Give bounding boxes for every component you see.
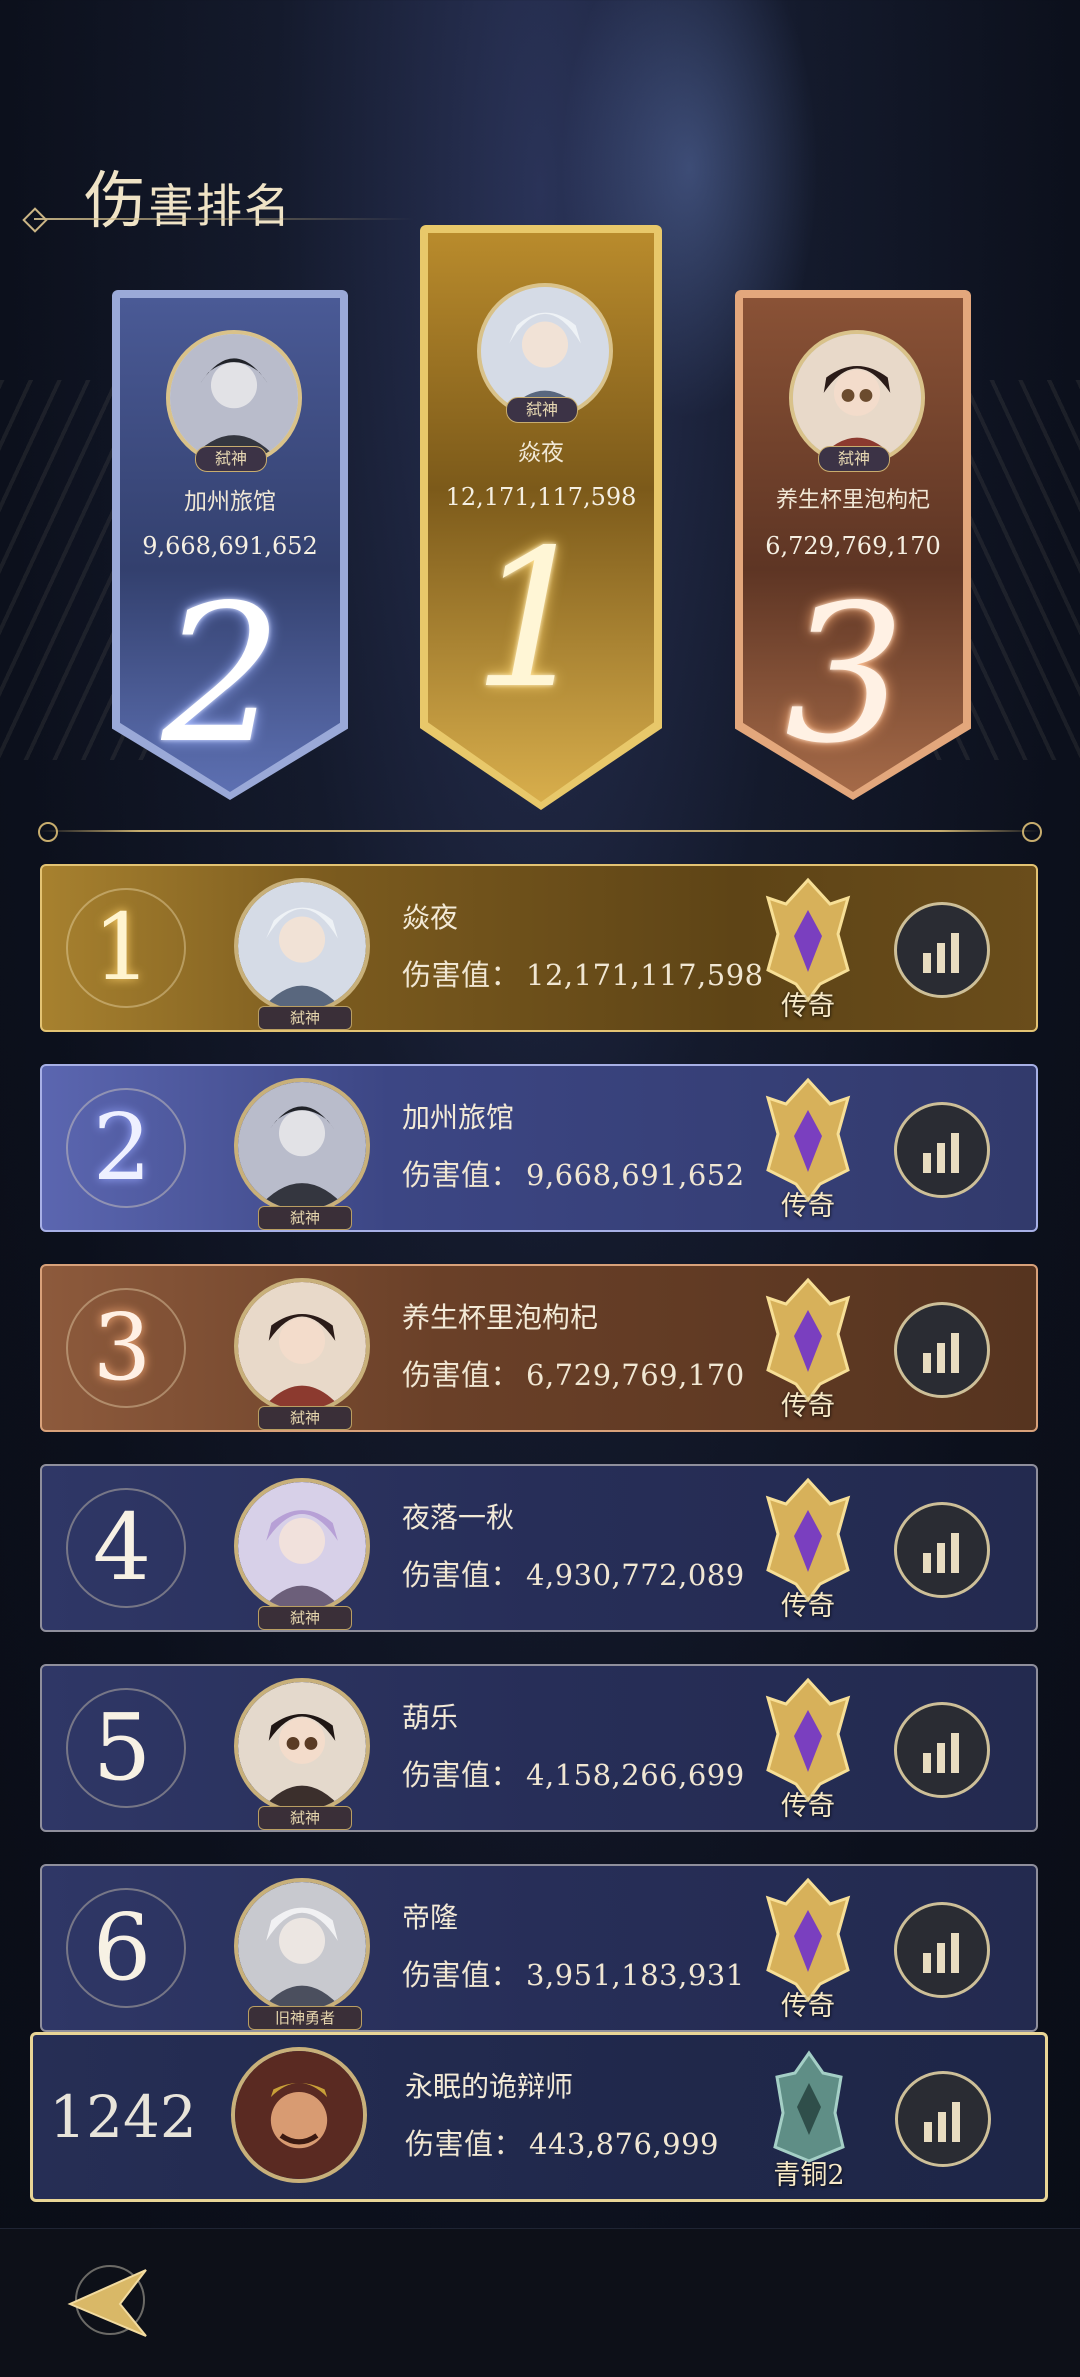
podium-score-3: 6,729,769,170 <box>765 532 941 560</box>
podium-name-3: 养生杯里泡枸杞 <box>775 488 930 513</box>
title-tag: 弑神 <box>258 1006 352 1030</box>
my-ranking-row[interactable]: 1242 永眠的诡辩师 伤害值： 443,876,999 青铜2 <box>30 2032 1048 2202</box>
player-name: 焱夜 <box>402 901 459 934</box>
damage-value: 伤害值： 12,171,117,598 <box>402 958 764 992</box>
my-avatar[interactable] <box>231 2047 367 2183</box>
podium-rank-number-2: 2 <box>161 564 283 785</box>
podium-name-2: 加州旅馆 <box>184 489 276 515</box>
podium-score-2: 9,668,691,652 <box>142 532 318 560</box>
podium-score-1: 12,171,117,598 <box>445 483 637 511</box>
damage-value: 伤害值： 9,668,691,652 <box>402 1158 745 1192</box>
rank-number: 4 <box>92 1494 152 1601</box>
player-avatar[interactable] <box>234 878 370 1014</box>
title-tag: 旧神勇者 <box>248 2006 362 2030</box>
back-arrow-icon[interactable] <box>50 2250 160 2350</box>
section-divider <box>38 822 1042 842</box>
my-damage-value: 伤害值： 443,876,999 <box>405 2127 720 2161</box>
title-tag: 弑神 <box>258 1406 352 1430</box>
player-avatar[interactable] <box>234 1478 370 1614</box>
bar-chart-icon[interactable] <box>894 1102 990 1198</box>
tier-label: 传奇 <box>781 1791 835 1822</box>
bar-chart-icon[interactable] <box>894 1502 990 1598</box>
rank-number: 3 <box>92 1294 152 1401</box>
tier-label: 传奇 <box>781 1591 835 1622</box>
ranking-row-4[interactable]: 4 弑神 夜落一秋 伤害值： 4,930,772,089 传奇 <box>40 1464 1038 1632</box>
player-name: 帝隆 <box>402 1901 459 1934</box>
title-underline <box>34 218 414 220</box>
podium-badge-1: 弑神 <box>506 397 578 423</box>
podium-rank-1[interactable]: 弑神 焱夜 12,171,117,598 1 <box>420 225 662 810</box>
tier-label: 传奇 <box>781 1191 835 1222</box>
player-avatar[interactable] <box>234 1078 370 1214</box>
ranking-row-6[interactable]: 6 旧神勇者 帝隆 伤害值： 3,951,183,931 传奇 <box>40 1864 1038 2032</box>
player-name: 养生杯里泡枸杞 <box>402 1301 599 1334</box>
bar-chart-icon[interactable] <box>894 1702 990 1798</box>
player-name: 夜落一秋 <box>402 1501 515 1534</box>
damage-value: 伤害值： 3,951,183,931 <box>402 1958 745 1992</box>
tier-label: 传奇 <box>781 1391 835 1422</box>
tier-label: 传奇 <box>781 991 835 1022</box>
podium-rank-2[interactable]: 弑神 加州旅馆 9,668,691,652 2 <box>112 290 348 800</box>
rank-number: 5 <box>92 1694 152 1801</box>
title-tag: 弑神 <box>258 1606 352 1630</box>
player-name: 葫乐 <box>402 1701 459 1734</box>
rank-number: 6 <box>92 1894 152 2001</box>
podium-badge-2: 弑神 <box>195 446 267 472</box>
podium-rank-number-3: 3 <box>784 564 906 785</box>
damage-value: 伤害值： 4,930,772,089 <box>402 1558 745 1592</box>
ranking-row-3[interactable]: 3 弑神 养生杯里泡枸杞 伤害值： 6,729,769,170 传奇 <box>40 1264 1038 1432</box>
bar-chart-icon[interactable] <box>894 1302 990 1398</box>
podium-rank-number-1: 1 <box>472 509 594 730</box>
player-avatar[interactable] <box>234 1678 370 1814</box>
player-avatar[interactable] <box>234 1278 370 1414</box>
tier-label: 传奇 <box>781 1991 835 2022</box>
ranking-row-2[interactable]: 2 弑神 加州旅馆 伤害值： 9,668,691,652 传奇 <box>40 1064 1038 1232</box>
my-rank-number: 1242 <box>49 2083 197 2151</box>
title-tag: 弑神 <box>258 1206 352 1230</box>
damage-value: 伤害值： 6,729,769,170 <box>402 1358 745 1392</box>
rank-number: 1 <box>92 894 152 1001</box>
bar-chart-icon[interactable] <box>894 1902 990 1998</box>
podium-name-1: 焱夜 <box>518 440 564 466</box>
bottom-bar <box>0 2228 1080 2377</box>
ranking-row-1[interactable]: 1 弑神 焱夜 伤害值： 12,171,117,598 传奇 <box>40 864 1038 1032</box>
player-avatar[interactable] <box>234 1878 370 2014</box>
podium-badge-3: 弑神 <box>818 446 890 472</box>
rank-number: 2 <box>92 1094 152 1201</box>
bar-chart-icon[interactable] <box>894 902 990 998</box>
title-tag: 弑神 <box>258 1806 352 1830</box>
damage-value: 伤害值： 4,158,266,699 <box>402 1758 745 1792</box>
my-tier-label: 青铜2 <box>773 2160 845 2191</box>
bar-chart-icon[interactable] <box>895 2071 991 2167</box>
ranking-row-5[interactable]: 5 弑神 葫乐 伤害值： 4,158,266,699 传奇 <box>40 1664 1038 1832</box>
player-name: 加州旅馆 <box>402 1101 515 1134</box>
page-title: 伤害排名 <box>84 164 293 237</box>
podium-rank-3[interactable]: 弑神 养生杯里泡枸杞 6,729,769,170 3 <box>735 290 971 800</box>
my-player-name: 永眠的诡辩师 <box>405 2070 574 2103</box>
